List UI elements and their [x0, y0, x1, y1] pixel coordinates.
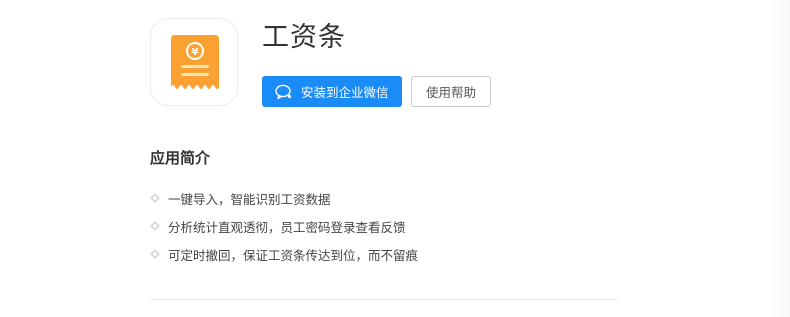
feature-text: 可定时撤回，保证工资条传达到位，而不留痕	[168, 247, 419, 263]
section-title: 应用简介	[150, 149, 211, 167]
divider	[150, 299, 618, 300]
payslip-icon: ¥	[171, 35, 219, 89]
page-edge-shade	[768, 0, 790, 317]
list-item: 一键导入，智能识别工资数据	[150, 184, 418, 212]
diamond-bullet-icon	[150, 193, 160, 203]
list-item: 分析统计直观透彻，员工密码登录查看反馈	[150, 212, 418, 240]
wechat-work-icon	[275, 84, 292, 99]
app-icon: ¥	[150, 18, 238, 106]
help-button[interactable]: 使用帮助	[411, 76, 491, 107]
diamond-bullet-icon	[150, 221, 160, 231]
feature-text: 一键导入，智能识别工资数据	[168, 191, 331, 207]
app-title: 工资条	[262, 22, 346, 53]
help-button-label: 使用帮助	[425, 85, 476, 100]
install-button-label: 安装到企业微信	[301, 85, 389, 100]
list-item: 可定时撤回，保证工资条传达到位，而不留痕	[150, 240, 418, 268]
feature-text: 分析统计直观透彻，员工密码登录查看反馈	[168, 219, 406, 235]
install-to-wecom-button[interactable]: 安装到企业微信	[262, 76, 402, 107]
diamond-bullet-icon	[150, 249, 160, 259]
svg-text:¥: ¥	[192, 47, 199, 58]
feature-list: 一键导入，智能识别工资数据 分析统计直观透彻，员工密码登录查看反馈 可定时撤回，…	[150, 184, 418, 268]
